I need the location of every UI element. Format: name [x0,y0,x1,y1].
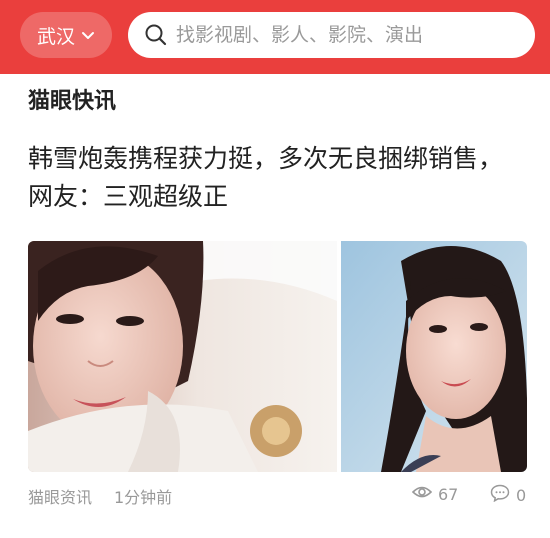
city-label: 武汉 [36,25,75,48]
comment-count[interactable]: 0 [490,484,526,506]
section-title: 猫眼快讯 [28,89,117,114]
city-selector-button[interactable]: 武汉 [20,12,112,58]
view-count-value: 67 [438,484,459,504]
article-image-2[interactable] [341,241,527,472]
article-time: 1分钟前 [114,488,173,507]
article-source: 猫眼资讯 [28,488,93,507]
view-count: 67 [411,484,459,504]
search-bar[interactable] [128,12,535,58]
chevron-down-icon [81,28,95,42]
top-bar: 武汉 [0,0,550,74]
eye-icon [411,484,433,504]
article-headline[interactable]: 韩雪炮轰携程获力挺，多次无良捆绑销售，网友：三观超级正 [28,140,508,216]
search-input[interactable] [176,24,516,46]
comment-icon [490,484,510,506]
search-icon [144,23,168,47]
comment-count-value: 0 [516,485,527,505]
article-meta: 猫眼资讯 1分钟前 67 0 [28,484,528,508]
article-image-1[interactable] [28,241,337,472]
